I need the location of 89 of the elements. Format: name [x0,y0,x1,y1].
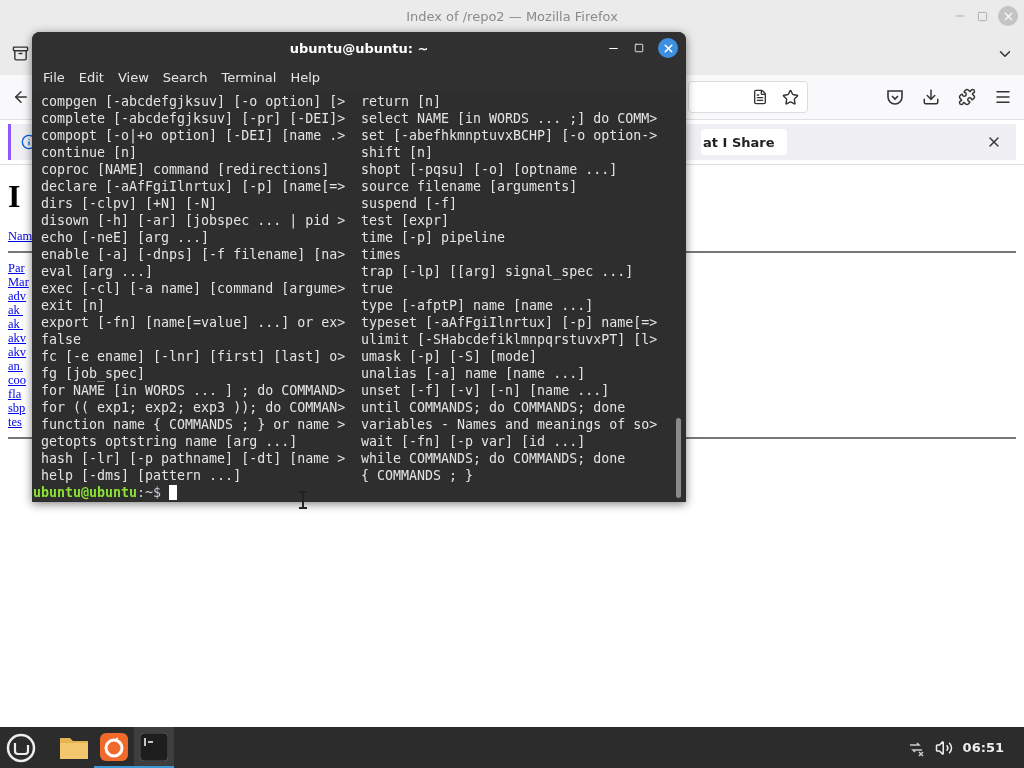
close-button[interactable] [658,38,678,58]
volume-icon[interactable] [934,738,953,757]
file-link[interactable]: tes [8,415,22,429]
menu-icon[interactable] [994,88,1012,106]
output-line: trap [-lp] [[arg] signal_spec ...] [361,263,635,280]
column-header-link[interactable]: Nam [8,229,33,243]
page-heading: I [8,177,21,215]
output-line: type [-afptP] name [name ...] [361,297,595,314]
menu-logo-icon[interactable] [6,732,36,763]
file-link[interactable]: akv [8,331,27,345]
menu-item[interactable]: Terminal [214,69,284,85]
output-line: enable [-a] [-dnps] [-f filename] [na> [41,246,347,263]
extensions-icon[interactable] [958,88,976,106]
output-line: while COMMANDS; do COMMANDS; done [361,450,627,467]
reader-view-icon[interactable] [752,89,768,105]
output-line: source filename [arguments] [361,178,579,195]
file-link[interactable]: akv [8,345,27,359]
output-line: variables - Names and meanings of so> [361,416,659,433]
file-link[interactable]: an. [8,359,23,373]
output-line: typeset [-aAfFgiIlnrtux] [-p] name[=> [361,314,659,331]
output-line: fg [job_spec] [41,365,147,382]
file-link[interactable]: adv [8,289,27,303]
output-line: compopt [-o|+o option] [-DEI] [name .> [41,127,347,144]
close-icon [661,41,675,55]
output-line: suspend [-f] [361,195,459,212]
back-icon[interactable] [12,88,30,106]
output-line: false [41,331,83,348]
output-line: wait [-fn] [-p var] [id ...] [361,433,587,450]
terminal-icon [140,732,168,761]
output-line: export [-fn] [name[=value] ...] or ex> [41,314,347,331]
output-line: until COMMANDS; do COMMANDS; done [361,399,627,416]
file-link[interactable]: coo [8,373,27,387]
file-link[interactable]: ak [8,317,23,331]
notification-button[interactable]: at I Share [701,129,787,155]
text-cursor [169,485,178,500]
download-icon[interactable] [922,88,940,106]
output-line: for NAME [in WORDS ... ] ; do COMMAND> [41,382,347,399]
output-line: eval [arg ...] [41,263,155,280]
prompt-user: ubuntu@ubuntu [33,484,138,501]
tab-overview-icon[interactable] [12,45,29,62]
output-line: continue [n] [41,144,139,161]
output-line: return [n] [361,93,443,110]
output-line: shift [n] [361,144,435,161]
output-line: ulimit [-SHabcdefiklmnpqrstuvxPT] [l> [361,331,659,348]
output-line: fc [-e ename] [-lnr] [first] [last] o> [41,348,347,365]
menu-item[interactable]: Search [155,69,215,85]
star-icon[interactable] [782,88,799,106]
file-link[interactable]: Par [8,261,25,275]
browser-icon [100,732,128,761]
address-field[interactable] [688,81,808,113]
output-line: help [-dms] [pattern ...] [41,467,243,484]
output-line: unset [-f] [-v] [-n] [name ...] [361,382,611,399]
output-line: getopts optstring name [arg ...] [41,433,299,450]
output-line: shopt [-pqsu] [-o] [optname ...] [361,161,619,178]
output-line: set [-abefhkmnptuvxBCHP] [-o option-> [361,127,659,144]
output-line: disown [-h] [-ar] [jobspec ... | pid > [41,212,347,229]
file-link[interactable]: sbp [8,401,26,415]
output-line: echo [-neE] [arg ...] [41,229,211,246]
output-line: declare [-aAfFgiIlnrtux] [-p] [name[=> [41,178,347,195]
output-line: exit [n] [41,297,107,314]
output-line: function name { COMMANDS ; } or name > [41,416,347,433]
output-line: dirs [-clpv] [+N] [-N] [41,195,219,212]
file-link[interactable]: fla [8,387,22,401]
output-line: compgen [-abcdefgjksuv] [-o option] [> [41,93,347,110]
scrollbar-thumb[interactable] [676,418,681,498]
menu-item[interactable]: Help [283,69,328,85]
output-line: complete [-abcdefgjksuv] [-pr] [-DEI]> [41,110,347,127]
output-line: umask [-p] [-S] [mode] [361,348,539,365]
output-line: exec [-cl] [-a name] [command [argume> [41,280,347,297]
window-title: Index of /repo2 — Mozilla Firefox [406,8,618,24]
output-line: time [-p] pipeline [361,229,507,246]
menu-item[interactable]: Edit [71,69,111,85]
menu-item[interactable]: View [110,69,156,85]
output-line: for (( exp1; exp2; exp3 )); do COMMAN> [41,399,347,416]
output-line: hash [-lr] [-p pathname] [-dt] [name > [41,450,347,467]
output-line: test [expr] [361,212,451,229]
pocket-icon[interactable] [886,88,904,106]
menu-item[interactable]: File [36,69,72,85]
output-line: true [361,280,395,297]
output-line: times [361,246,403,263]
output-line: unalias [-a] name [name ...] [361,365,587,382]
file-link[interactable]: Mar [8,275,29,289]
clock[interactable]: 06:51 [962,740,1004,755]
prompt-path: :~$ [137,484,162,501]
file-link[interactable]: ak [8,303,23,317]
output-line: coproc [NAME] command [redirections] [41,161,331,178]
output-line: { COMMANDS ; } [361,467,475,484]
terminal-title: ubuntu@ubuntu: ~ [289,40,429,56]
output-line: select NAME [in WORDS ... ;] do COMM> [361,110,659,127]
